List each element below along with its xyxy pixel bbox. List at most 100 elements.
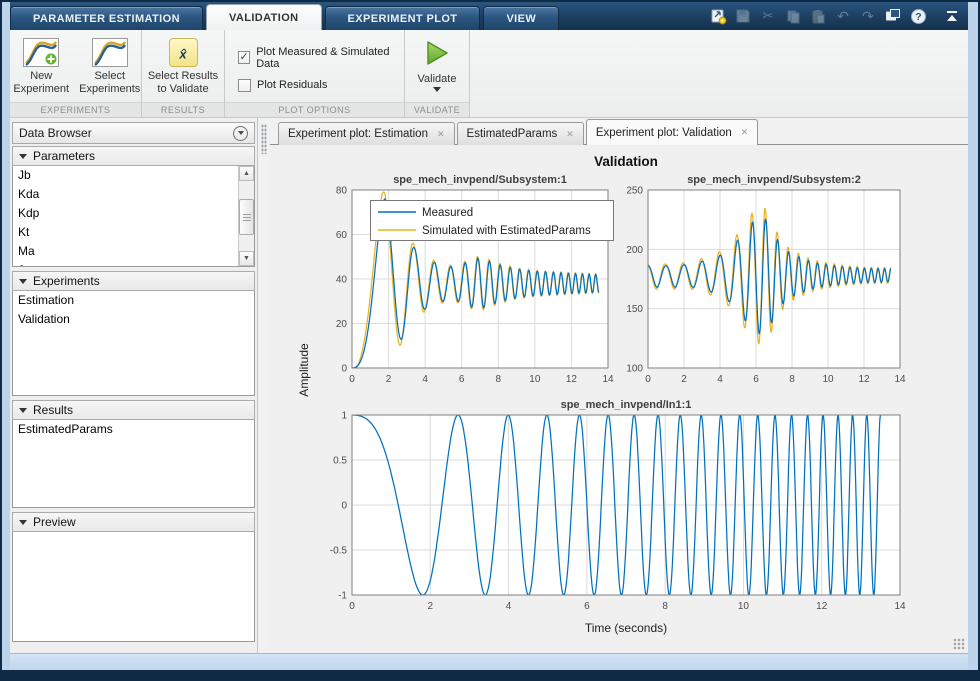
- help-icon[interactable]: ?: [907, 5, 929, 27]
- section-header-experiments[interactable]: Experiments: [12, 271, 255, 291]
- save-icon[interactable]: [732, 5, 754, 27]
- window-layout-icon[interactable]: [882, 5, 904, 27]
- x-tick-label: 4: [506, 601, 512, 612]
- new-window-icon[interactable]: [707, 5, 729, 27]
- new-experiment-label: New Experiment: [10, 70, 73, 96]
- window-frame: PARAMETER ESTIMATION VALIDATION EXPERIME…: [2, 2, 978, 679]
- validate-dropdown-caret[interactable]: [433, 87, 441, 92]
- data-browser-header: Data Browser: [12, 122, 255, 144]
- legend-entry: Measured: [422, 207, 473, 219]
- section-label-experiments: Experiments: [33, 274, 100, 288]
- figure-ylabel: Amplitude: [297, 343, 311, 397]
- parameters-scrollbar[interactable]: ▲ ▼: [238, 166, 254, 266]
- resize-grip-icon[interactable]: [953, 638, 965, 650]
- document-tab-strip: Experiment plot: Estimation ✕ EstimatedP…: [270, 118, 968, 145]
- scrollbar-track[interactable]: [239, 181, 254, 251]
- x-tick-label: 14: [894, 601, 906, 612]
- list-item[interactable]: Validation: [13, 310, 254, 329]
- x-tick-label: 14: [894, 374, 906, 385]
- tab-validation[interactable]: VALIDATION: [206, 4, 322, 30]
- x-tick-label: 8: [662, 601, 668, 612]
- list-item[interactable]: Jb: [13, 166, 254, 185]
- list-item[interactable]: Ma: [13, 242, 254, 261]
- ribbon-spacer: [470, 30, 968, 117]
- select-experiments-label: Select Experiments: [79, 70, 142, 96]
- scroll-down-icon[interactable]: ▼: [239, 251, 254, 266]
- plot-residuals-checkbox[interactable]: [238, 79, 251, 92]
- close-icon[interactable]: ✕: [741, 127, 749, 138]
- doc-tab-label: Experiment plot: Validation: [596, 127, 732, 139]
- list-item[interactable]: EstimatedParams: [13, 420, 254, 439]
- list-item[interactable]: Kdp: [13, 204, 254, 223]
- section-header-preview[interactable]: Preview: [12, 512, 255, 532]
- x-tick-label: 0: [349, 374, 355, 385]
- select-results-label: Select Results to Validate: [144, 70, 222, 96]
- list-item[interactable]: Kt: [13, 223, 254, 242]
- x-tick-label: 2: [681, 374, 687, 385]
- subplot-title: spe_mech_invpend/In1:1: [561, 399, 692, 411]
- close-icon[interactable]: ✕: [437, 129, 445, 140]
- group-label-results: RESULTS: [142, 102, 224, 117]
- x-tick-label: 4: [422, 374, 428, 385]
- panel-splitter[interactable]: [258, 118, 270, 653]
- new-experiment-button[interactable]: New Experiment: [10, 35, 73, 96]
- validation-figure: ValidationAmplitudeTime (seconds)0246810…: [270, 145, 968, 653]
- document-area: Experiment plot: Estimation ✕ EstimatedP…: [270, 118, 968, 653]
- y-tick-label: 0.5: [333, 456, 347, 467]
- section-label-preview: Preview: [33, 515, 76, 529]
- doc-tab-estimatedparams[interactable]: EstimatedParams ✕: [457, 122, 584, 145]
- x-tick-label: 14: [602, 374, 614, 385]
- doc-tab-label: Experiment plot: Estimation: [288, 128, 428, 140]
- scroll-up-icon[interactable]: ▲: [239, 166, 254, 181]
- select-experiments-button[interactable]: Select Experiments: [79, 35, 142, 96]
- select-experiments-icon: [92, 38, 128, 67]
- x-tick-label: 8: [496, 374, 502, 385]
- collapse-triangle-icon: [19, 520, 27, 525]
- section-header-parameters[interactable]: Parameters: [12, 146, 255, 166]
- ribbon: New Experiment Select Experiments EXPERI…: [10, 30, 968, 118]
- close-icon[interactable]: ✕: [566, 129, 574, 140]
- select-results-icon: x̂: [169, 38, 198, 67]
- section-label-parameters: Parameters: [33, 149, 95, 163]
- list-item[interactable]: Kda: [13, 185, 254, 204]
- undo-icon[interactable]: ↶: [832, 5, 854, 27]
- section-label-results: Results: [33, 403, 73, 417]
- y-tick-label: 60: [336, 230, 348, 241]
- collapse-ribbon-icon[interactable]: [940, 5, 964, 27]
- copy-icon[interactable]: [782, 5, 804, 27]
- tab-view[interactable]: VIEW: [483, 6, 559, 30]
- y-tick-label: 1: [341, 411, 347, 422]
- list-item[interactable]: Estimation: [13, 291, 254, 310]
- plot-measured-label: Plot Measured & Simulated Data: [256, 46, 404, 70]
- redo-icon[interactable]: ↷: [857, 5, 879, 27]
- svg-text:?: ?: [915, 11, 921, 23]
- y-tick-label: -0.5: [330, 546, 348, 557]
- results-list: EstimatedParams: [12, 420, 255, 508]
- tab-parameter-estimation[interactable]: PARAMETER ESTIMATION: [10, 6, 203, 30]
- tab-experiment-plot[interactable]: EXPERIMENT PLOT: [325, 6, 481, 30]
- x-tick-label: 4: [717, 374, 723, 385]
- y-tick-label: 200: [626, 245, 643, 256]
- ribbon-group-experiments: New Experiment Select Experiments EXPERI…: [10, 30, 142, 117]
- plot-measured-checkbox[interactable]: ✓: [238, 51, 250, 64]
- section-header-results[interactable]: Results: [12, 400, 255, 420]
- plot-residuals-checkbox-row: Plot Residuals: [238, 79, 327, 92]
- panel-menu-icon[interactable]: [233, 126, 248, 141]
- y-tick-label: 250: [626, 186, 643, 197]
- experiments-list: Estimation Validation: [12, 291, 255, 396]
- validate-button[interactable]: Validate: [418, 35, 457, 92]
- doc-tab-validation-plot[interactable]: Experiment plot: Validation ✕: [586, 119, 759, 145]
- x-tick-label: 0: [645, 374, 651, 385]
- select-results-button[interactable]: x̂ Select Results to Validate: [144, 35, 222, 96]
- subplot-title: spe_mech_invpend/Subsystem:2: [687, 174, 861, 186]
- paste-icon[interactable]: [807, 5, 829, 27]
- list-item[interactable]: Jp: [13, 261, 254, 267]
- cut-icon[interactable]: ✂: [757, 5, 779, 27]
- x-tick-label: 2: [428, 601, 434, 612]
- doc-tab-estimation-plot[interactable]: Experiment plot: Estimation ✕: [278, 122, 455, 145]
- splitter-grip-icon[interactable]: [261, 124, 267, 154]
- quick-access-toolbar: ✂ ↶ ↷ ?: [707, 5, 964, 27]
- x-tick-label: 10: [529, 374, 541, 385]
- scrollbar-thumb[interactable]: [239, 199, 254, 235]
- data-browser-panel: Data Browser Parameters Jb Kda Kdp Kt Ma…: [10, 118, 258, 653]
